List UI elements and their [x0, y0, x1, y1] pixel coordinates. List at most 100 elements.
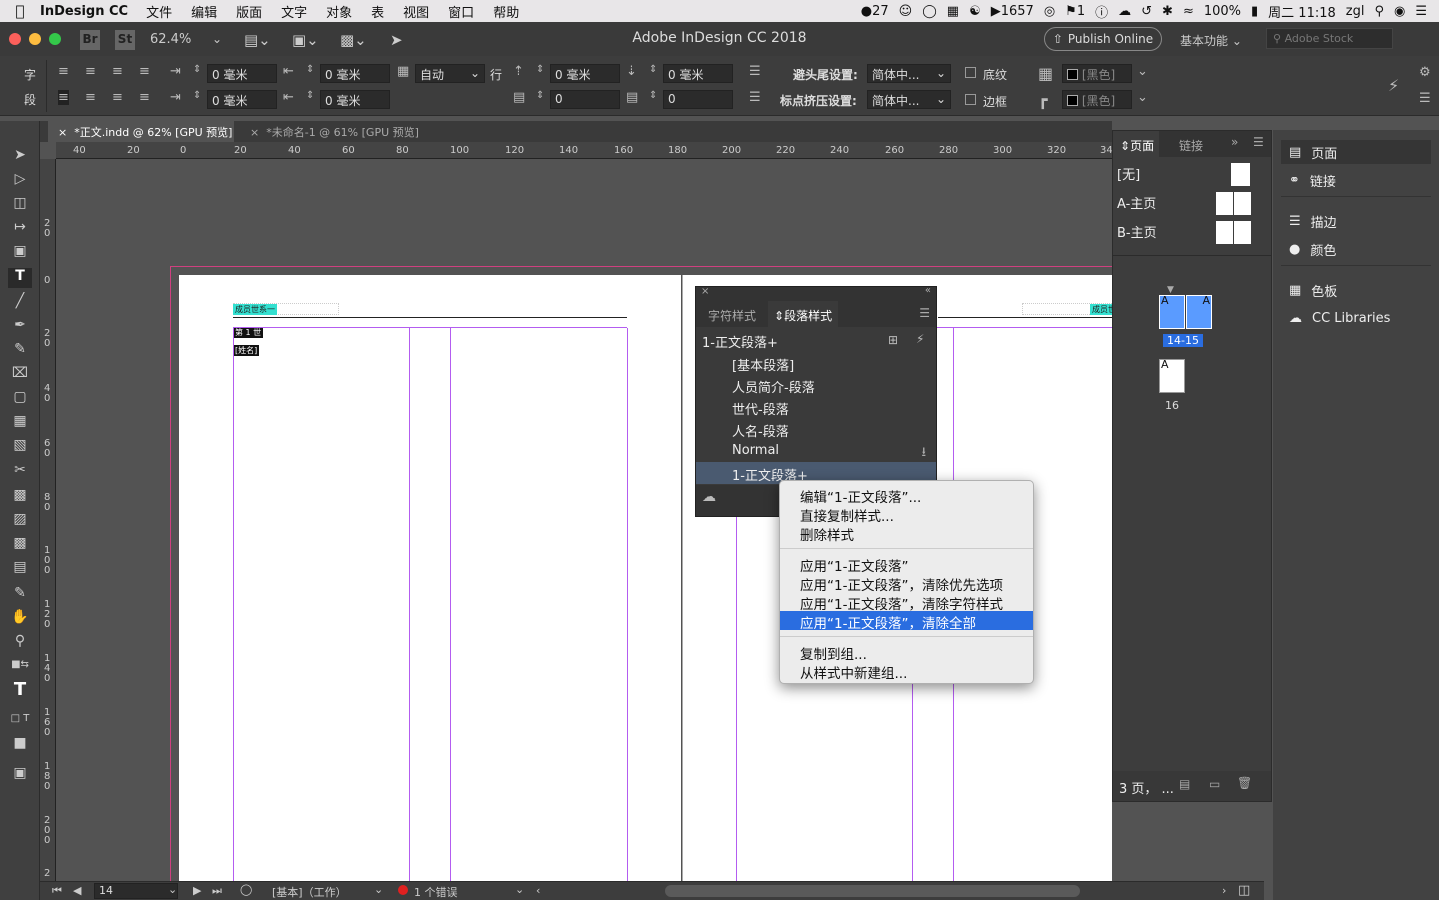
menu-item-edit-style[interactable]: 编辑“1-正文段落”... — [780, 485, 1033, 506]
tab-document-2[interactable]: × *未命名-1 @ 61% [GPU 预览] — [240, 121, 430, 142]
bell-icon[interactable]: ⚑1 — [1065, 4, 1085, 19]
right-indent-field[interactable]: 0 毫米 — [320, 64, 390, 83]
page-number-field[interactable]: 14 — [94, 883, 178, 899]
space-before-field[interactable]: 0 毫米 — [550, 64, 620, 83]
border-checkbox[interactable] — [965, 94, 976, 105]
stepper-icon[interactable]: ⇕ — [649, 90, 657, 101]
header-tag[interactable]: 成员世 — [1090, 304, 1112, 315]
align-right-icon[interactable]: ≡ — [112, 64, 123, 79]
close-tab-icon[interactable]: × — [58, 126, 67, 139]
master-thumb-none[interactable] — [1231, 163, 1250, 186]
dock-item-pages[interactable]: ▤ 页面 — [1281, 140, 1431, 164]
gap-tool-icon[interactable]: ↦ — [8, 219, 32, 239]
workspace-switcher[interactable]: 基本功能 ⌄ — [1180, 32, 1242, 49]
publish-online-button[interactable]: ⇧ Publish Online — [1044, 27, 1162, 51]
eyedropper-tool-icon[interactable]: ✎ — [8, 585, 32, 605]
new-style-icon[interactable]: ⊞ — [888, 333, 898, 347]
close-tab-icon[interactable]: × — [250, 126, 259, 139]
shading-color-dropdown[interactable]: [黑色] — [1062, 64, 1132, 83]
screen-mode-icon[interactable]: ▣ — [8, 765, 32, 785]
free-transform-tool-icon[interactable]: ▩ — [8, 487, 32, 507]
tab-links[interactable]: 链接 — [1179, 137, 1203, 154]
stepper-icon[interactable]: ⇕ — [193, 64, 201, 75]
menu-view[interactable]: 视图 — [403, 2, 429, 21]
border-settings-icon[interactable]: ┏ — [1038, 90, 1048, 109]
kinsoku-dropdown[interactable]: 简体中... ⌄ — [867, 64, 951, 83]
dock-item-stroke[interactable]: ☰ 描边 — [1281, 209, 1431, 233]
mojikumi-dropdown[interactable]: 简体中... ⌄ — [867, 90, 951, 109]
dock-item-swatches[interactable]: ▦ 色板 — [1281, 278, 1431, 302]
microphone-icon[interactable]: ◯ — [922, 4, 937, 19]
view-options-icon[interactable]: ▤⌄ — [244, 30, 271, 50]
vertical-ruler[interactable]: 2 0 0 2 0 4 0 6 0 8 0 1 0 0 1 2 0 1 4 0 … — [40, 159, 56, 881]
stepper-icon[interactable]: ⇕ — [306, 90, 314, 101]
gradient-feather-tool-icon[interactable]: ▩ — [8, 535, 32, 555]
panel-menu-icon[interactable]: ☰ — [919, 306, 930, 320]
stepper-icon[interactable]: ⇕ — [193, 90, 201, 101]
adobe-stock-search[interactable]: ⚲ Adobe Stock — [1266, 28, 1393, 49]
drop-cap-chars-field[interactable]: 0 — [663, 90, 733, 109]
battery-indicator[interactable]: 100% — [1204, 4, 1241, 19]
menu-type[interactable]: 文字 — [281, 2, 307, 21]
bridge-button[interactable]: Br — [80, 30, 100, 50]
menu-item-apply-clear-overrides[interactable]: 应用“1-正文段落”，清除优先选项 — [780, 573, 1033, 594]
grid-icon[interactable]: ▦ — [947, 4, 959, 19]
dock-item-links[interactable]: ⚭ 链接 — [1281, 168, 1431, 192]
hand-tool-icon[interactable]: ✋ — [8, 609, 32, 629]
selection-tool-icon[interactable]: ➤ — [8, 147, 32, 167]
collapse-icon[interactable]: « — [925, 285, 931, 296]
chevron-down-icon[interactable]: ⌄ — [168, 883, 177, 896]
quick-apply-icon[interactable]: ⚡ — [1388, 76, 1399, 95]
space-after-field[interactable]: 0 毫米 — [663, 64, 733, 83]
style-item[interactable]: 人员简介-段落 — [696, 374, 936, 396]
status-count-icon[interactable]: ▶1657 — [991, 4, 1034, 19]
pen-tool-icon[interactable]: ✒ — [8, 317, 32, 337]
left-indent-field[interactable]: 0 毫米 — [207, 64, 277, 83]
dock-item-cc-libraries[interactable]: ☁ CC Libraries — [1281, 306, 1431, 330]
master-thumb-a-left[interactable] — [1216, 192, 1233, 215]
table-tool-icon[interactable]: ▦ — [8, 413, 32, 433]
leading-dropdown[interactable]: 自动 ⌄ — [415, 64, 485, 83]
info-icon[interactable]: ⓘ — [1095, 2, 1108, 21]
master-b[interactable]: B-主页 — [1117, 222, 1157, 241]
panel-header[interactable]: × « — [696, 285, 936, 301]
status-icon-a[interactable]: ☺ — [899, 4, 913, 19]
tab-paragraph-styles[interactable]: ⇕段落样式 — [768, 301, 838, 327]
numbered-list-icon[interactable]: ☰ — [749, 90, 761, 105]
menu-object[interactable]: 对象 — [326, 2, 352, 21]
page-thumb-14[interactable]: A — [1159, 294, 1185, 329]
stepper-icon[interactable]: ⇕ — [536, 64, 544, 75]
pencil-tool-icon[interactable]: ✎ — [8, 341, 32, 361]
previous-page-icon[interactable]: ◀ — [73, 884, 81, 897]
spread-label-16[interactable]: 16 — [1165, 399, 1179, 412]
user-name[interactable]: zgl — [1346, 4, 1365, 19]
scroll-right-icon[interactable]: › — [1222, 884, 1226, 897]
shading-checkbox[interactable] — [965, 67, 976, 78]
gradient-tool-icon[interactable]: ▨ — [8, 511, 32, 531]
style-item[interactable]: Normal ⭳ — [696, 440, 936, 462]
zoom-tool-icon[interactable]: ⚲ — [8, 633, 32, 653]
chevron-down-icon[interactable]: ⌄ — [374, 883, 383, 896]
menu-window[interactable]: 窗口 — [448, 2, 474, 21]
wifi-icon[interactable]: ≈ — [1183, 4, 1194, 19]
master-a[interactable]: A-主页 — [1117, 193, 1156, 212]
cloud-library-icon[interactable]: ☁ — [702, 489, 716, 505]
style-item[interactable]: 人名-段落 — [696, 418, 936, 440]
stock-button[interactable]: St — [115, 30, 135, 50]
page-thumb-15[interactable]: A — [1186, 294, 1212, 329]
type-tool-icon[interactable]: T — [8, 268, 32, 288]
border-color-dropdown[interactable]: [黑色] — [1062, 90, 1132, 109]
gear-icon[interactable]: ⚙ — [1419, 65, 1431, 80]
line-tool-icon[interactable]: ╱ — [8, 293, 32, 313]
chevron-down-icon[interactable]: ⌄ — [1137, 64, 1148, 79]
last-line-indent-field[interactable]: 0 毫米 — [320, 90, 390, 109]
note-tool-icon[interactable]: ▤ — [8, 559, 32, 579]
master-thumb-b-right[interactable] — [1234, 221, 1251, 244]
apple-icon[interactable]:  — [0, 2, 40, 20]
rectangle-tool-icon[interactable]: ▢ — [8, 389, 32, 409]
menu-table[interactable]: 表 — [371, 2, 384, 21]
formatting-container-icon[interactable]: □ T — [8, 713, 32, 733]
dock-item-color[interactable]: ● 颜色 — [1281, 237, 1431, 261]
chevron-down-icon[interactable]: ⌄ — [1137, 90, 1148, 105]
clock[interactable]: 周二 11:18 — [1268, 2, 1336, 21]
